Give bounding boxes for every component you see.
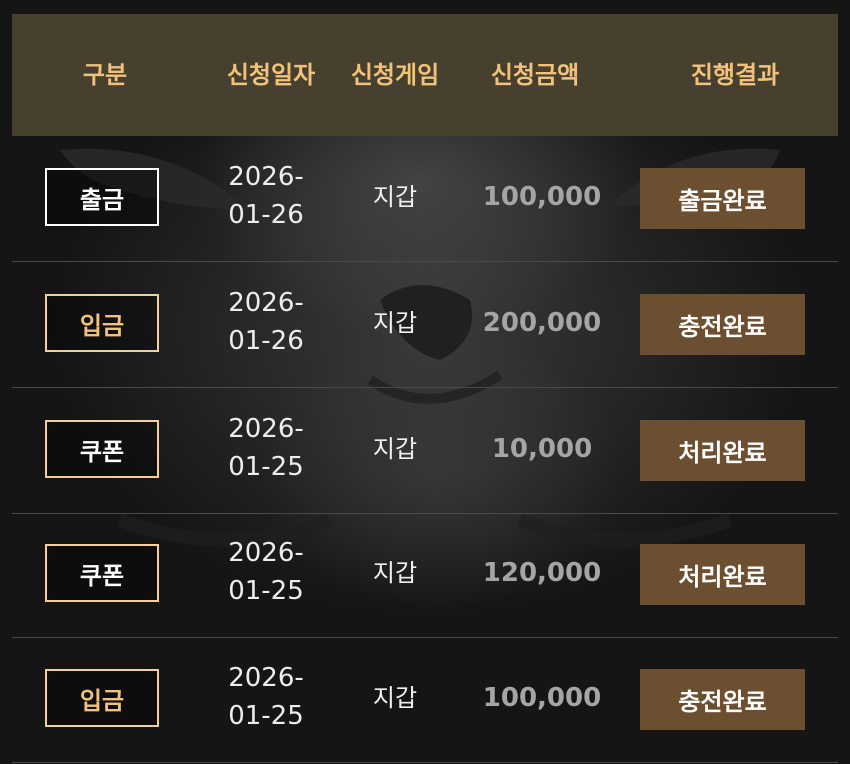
table-row: 입금 2026-01-25 지갑 100,000 충전완료 xyxy=(12,637,838,763)
header-date: 신청일자 xyxy=(226,61,316,89)
header-amount: 신청금액 xyxy=(490,61,580,89)
type-badge-withdraw: 출금 xyxy=(45,168,159,226)
table-header: 구분 신청일자 신청게임 신청금액 진행결과 xyxy=(12,14,838,136)
amount-cell: 120,000 xyxy=(482,558,602,588)
status-button[interactable]: 처리완료 xyxy=(640,420,805,481)
type-badge-coupon: 쿠폰 xyxy=(45,544,159,602)
header-result: 진행결과 xyxy=(690,61,780,89)
header-type: 구분 xyxy=(82,61,128,89)
type-badge-deposit: 입금 xyxy=(45,294,159,352)
status-button[interactable]: 충전완료 xyxy=(640,294,805,355)
date-cell: 2026-01-25 xyxy=(228,663,304,731)
game-cell: 지갑 xyxy=(372,183,418,211)
table-row: 출금 2026-01-26 지갑 100,000 출금완료 xyxy=(12,136,838,262)
game-cell: 지갑 xyxy=(372,559,418,587)
status-button[interactable]: 출금완료 xyxy=(640,168,805,229)
table-row: 입금 2026-01-26 지갑 200,000 충전완료 xyxy=(12,262,838,388)
status-button[interactable]: 충전완료 xyxy=(640,669,805,730)
game-cell: 지갑 xyxy=(372,309,418,337)
amount-cell: 200,000 xyxy=(482,308,602,338)
amount-cell: 100,000 xyxy=(482,182,602,212)
game-cell: 지갑 xyxy=(372,435,418,463)
type-badge-deposit: 입금 xyxy=(45,669,159,727)
status-button[interactable]: 처리완료 xyxy=(640,544,805,605)
date-cell: 2026-01-26 xyxy=(228,162,304,230)
amount-cell: 100,000 xyxy=(482,683,602,713)
game-cell: 지갑 xyxy=(372,684,418,712)
table-row: 쿠폰 2026-01-25 지갑 10,000 처리완료 xyxy=(12,388,838,514)
date-cell: 2026-01-25 xyxy=(228,538,304,606)
type-badge-coupon: 쿠폰 xyxy=(45,420,159,478)
header-game: 신청게임 xyxy=(350,61,440,89)
date-cell: 2026-01-26 xyxy=(228,288,304,356)
amount-cell: 10,000 xyxy=(491,434,593,464)
date-cell: 2026-01-25 xyxy=(228,414,304,482)
table-row: 쿠폰 2026-01-25 지갑 120,000 처리완료 xyxy=(12,512,838,638)
